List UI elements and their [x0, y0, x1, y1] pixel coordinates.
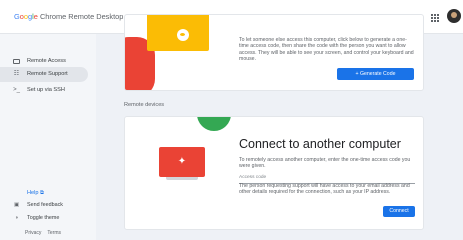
sidebar-item-label: Set up via SSH — [27, 87, 65, 93]
terms-link[interactable]: Terms — [47, 230, 61, 236]
share-description: To let someone else access this computer… — [239, 37, 414, 62]
connect-button[interactable]: Connect — [383, 206, 415, 217]
connect-warning: The person requesting support will have … — [239, 183, 410, 196]
remote-icon: ✦ — [177, 156, 187, 167]
sidebar: Remote Access ☷ Remote Support >_ Set up… — [0, 34, 96, 240]
footer-links: Privacy Terms — [25, 230, 67, 236]
sidebar-item-label: Remote Support — [27, 71, 68, 77]
remote-devices-heading: Remote devices — [124, 102, 165, 108]
share-illustration — [147, 15, 209, 51]
connect-description: To remotely access another computer, ent… — [239, 157, 411, 170]
connect-card: ✦ Connect to another computer To remotel… — [124, 116, 424, 230]
app-title: Google Chrome Remote Desktop — [14, 12, 124, 21]
connect-title: Connect to another computer — [239, 137, 401, 151]
sidebar-item-remote-support[interactable]: ☷ Remote Support — [0, 67, 88, 82]
apps-grid-icon[interactable] — [431, 14, 439, 22]
monitor-icon — [13, 59, 20, 64]
connect-illustration: ✦ — [159, 147, 205, 180]
privacy-link[interactable]: Privacy — [25, 230, 41, 236]
feedback-icon: ▣ — [13, 202, 20, 208]
theme-icon: ◑ — [14, 215, 19, 221]
help-link[interactable]: Help ⧉ — [27, 190, 44, 197]
sidebar-item-label: Remote Access — [27, 58, 66, 64]
sidebar-item-ssh[interactable]: >_ Set up via SSH — [0, 83, 88, 98]
share-this-screen-card: To let someone else access this computer… — [124, 14, 424, 91]
people-icon: ☷ — [13, 71, 20, 77]
generate-code-button[interactable]: + Generate Code — [337, 68, 414, 80]
terminal-icon: >_ — [13, 87, 20, 93]
avatar[interactable] — [447, 9, 461, 23]
send-feedback-button[interactable]: ▣ Send feedback — [13, 202, 63, 208]
decorative-blob — [197, 117, 231, 131]
toggle-theme-button[interactable]: ◑ Toggle theme — [13, 215, 60, 221]
